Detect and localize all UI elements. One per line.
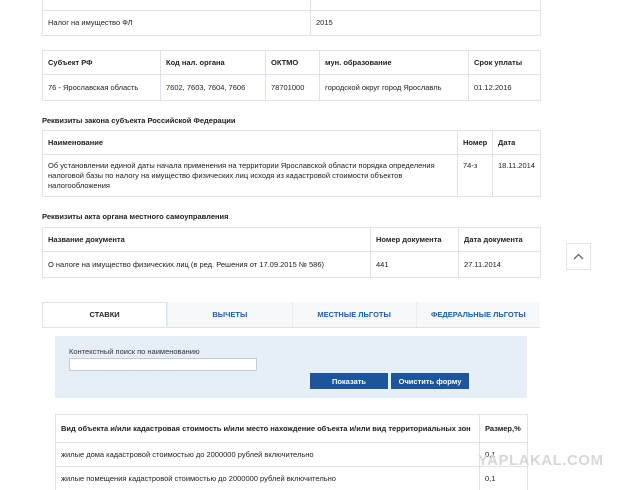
search-label: Контекстный поиск по наименованию [69, 347, 200, 356]
col-doc-date: Дата документа [458, 227, 541, 252]
oktmo-value: 78701000 [265, 74, 320, 101]
tab-rates[interactable]: СТАВКИ [42, 302, 168, 327]
col-doc-name: Название документа [42, 227, 371, 252]
tax-name: Налог на имущество ФЛ [42, 10, 311, 36]
subject-table: Субъект РФ Код нал. органа ОКТМО мун. об… [42, 50, 541, 101]
tab-bar: СТАВКИ ВЫЧЕТЫ МЕСТНЫЕ ЛЬГОТЫ ФЕДЕРАЛЬНЫЕ… [42, 302, 540, 328]
law-date-value: 18.11.2014 [492, 154, 541, 197]
clear-form-button[interactable]: Очистить форму [391, 373, 469, 389]
col-rate: Размер,% [479, 414, 528, 443]
doc-name-value: О налоге на имущество физических лиц (в … [42, 251, 371, 278]
tab-local-benefits[interactable]: МЕСТНЫЕ ЛЬГОТЫ [291, 302, 416, 327]
chevron-up-icon [573, 253, 584, 260]
show-button[interactable]: Показать [310, 373, 388, 389]
table-row: жилые дома кадастровой стоимостью до 200… [55, 442, 528, 467]
rate-value: 0,1 [479, 466, 528, 490]
rates-table: Вид объекта и/или кадастровая стоимость … [55, 414, 528, 490]
rate-object: жилые помещения кадастровой стоимостью д… [55, 466, 480, 490]
doc-number-value: 441 [370, 251, 459, 278]
col-object-type: Вид объекта и/или кадастровая стоимость … [55, 414, 480, 443]
scroll-top-button[interactable] [566, 243, 591, 270]
col-tax-office: Код нал. органа [160, 50, 266, 75]
act-section-title: Реквизиты акта органа местного самоуправ… [42, 212, 229, 221]
law-section-title: Реквизиты закона субъекта Российской Фед… [42, 116, 236, 125]
col-law-date: Дата [492, 130, 541, 155]
tab-federal-benefits[interactable]: ФЕДЕРАЛЬНЫЕ ЛЬГОТЫ [415, 302, 540, 327]
act-table: Название документа Номер документа Дата … [42, 227, 541, 278]
due-date-value: 01.12.2016 [468, 74, 541, 101]
search-panel: Контекстный поиск по наименованию Показа… [55, 336, 527, 398]
col-doc-number: Номер документа [370, 227, 459, 252]
table-row: жилые помещения кадастровой стоимостью д… [55, 466, 528, 490]
doc-date-value: 27.11.2014 [458, 251, 541, 278]
law-name-value: Об установлении единой даты начала приме… [42, 154, 458, 197]
search-input[interactable] [69, 358, 257, 371]
law-table: Наименование Номер Дата Об установлении … [42, 130, 541, 197]
rate-object: жилые дома кадастровой стоимостью до 200… [55, 442, 480, 467]
col-oktmo: ОКТМО [265, 50, 320, 75]
col-due-date: Срок уплаты [468, 50, 541, 75]
subject-value: 76 - Ярославская область [42, 74, 161, 101]
tab-deductions[interactable]: ВЫЧЕТЫ [167, 302, 292, 327]
municipality-value: городской округ город Ярославль [319, 74, 469, 101]
col-municipality: мун. образование [319, 50, 469, 75]
tax-year: 2015 [310, 10, 541, 36]
col-law-number: Номер [457, 130, 493, 155]
col-law-name: Наименование [42, 130, 458, 155]
law-number-value: 74-з [457, 154, 493, 197]
tax-office-value: 7602, 7603, 7604, 7606 [160, 74, 266, 101]
col-subject: Субъект РФ [42, 50, 161, 75]
tax-period-table: Налог на имущество ФЛ 2015 [42, 0, 541, 36]
watermark-logo: YAPLAKAL.COM [478, 452, 604, 469]
